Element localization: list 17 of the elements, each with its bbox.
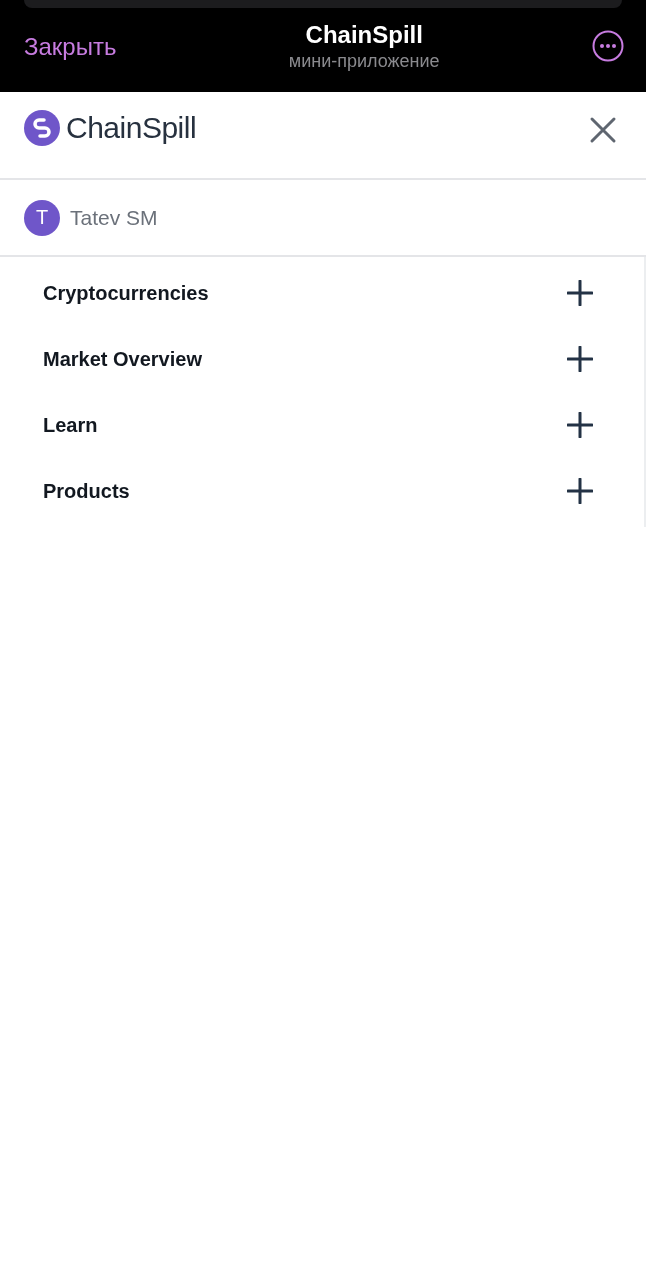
menu-item[interactable]: Cryptocurrencies — [43, 281, 209, 305]
app-title: ChainSpill — [305, 20, 423, 49]
logo-icon — [24, 110, 60, 146]
menu-item[interactable]: Products — [43, 479, 130, 503]
plus-icon[interactable] — [567, 346, 593, 372]
logo-text: ChainSpill — [66, 111, 197, 145]
user-name: Tatev SM — [70, 205, 158, 230]
menu-item[interactable]: Market Overview — [43, 347, 202, 371]
more-icon[interactable] — [592, 30, 624, 62]
plus-icon[interactable] — [567, 280, 593, 306]
close-button[interactable]: Закрыть — [24, 33, 117, 61]
user-avatar: T — [24, 199, 60, 236]
menu-item[interactable]: Learn — [43, 413, 98, 437]
plus-icon[interactable] — [567, 478, 593, 504]
plus-icon[interactable] — [567, 412, 593, 438]
app-subtitle: мини-приложение — [288, 50, 440, 72]
close-icon[interactable] — [589, 116, 617, 144]
